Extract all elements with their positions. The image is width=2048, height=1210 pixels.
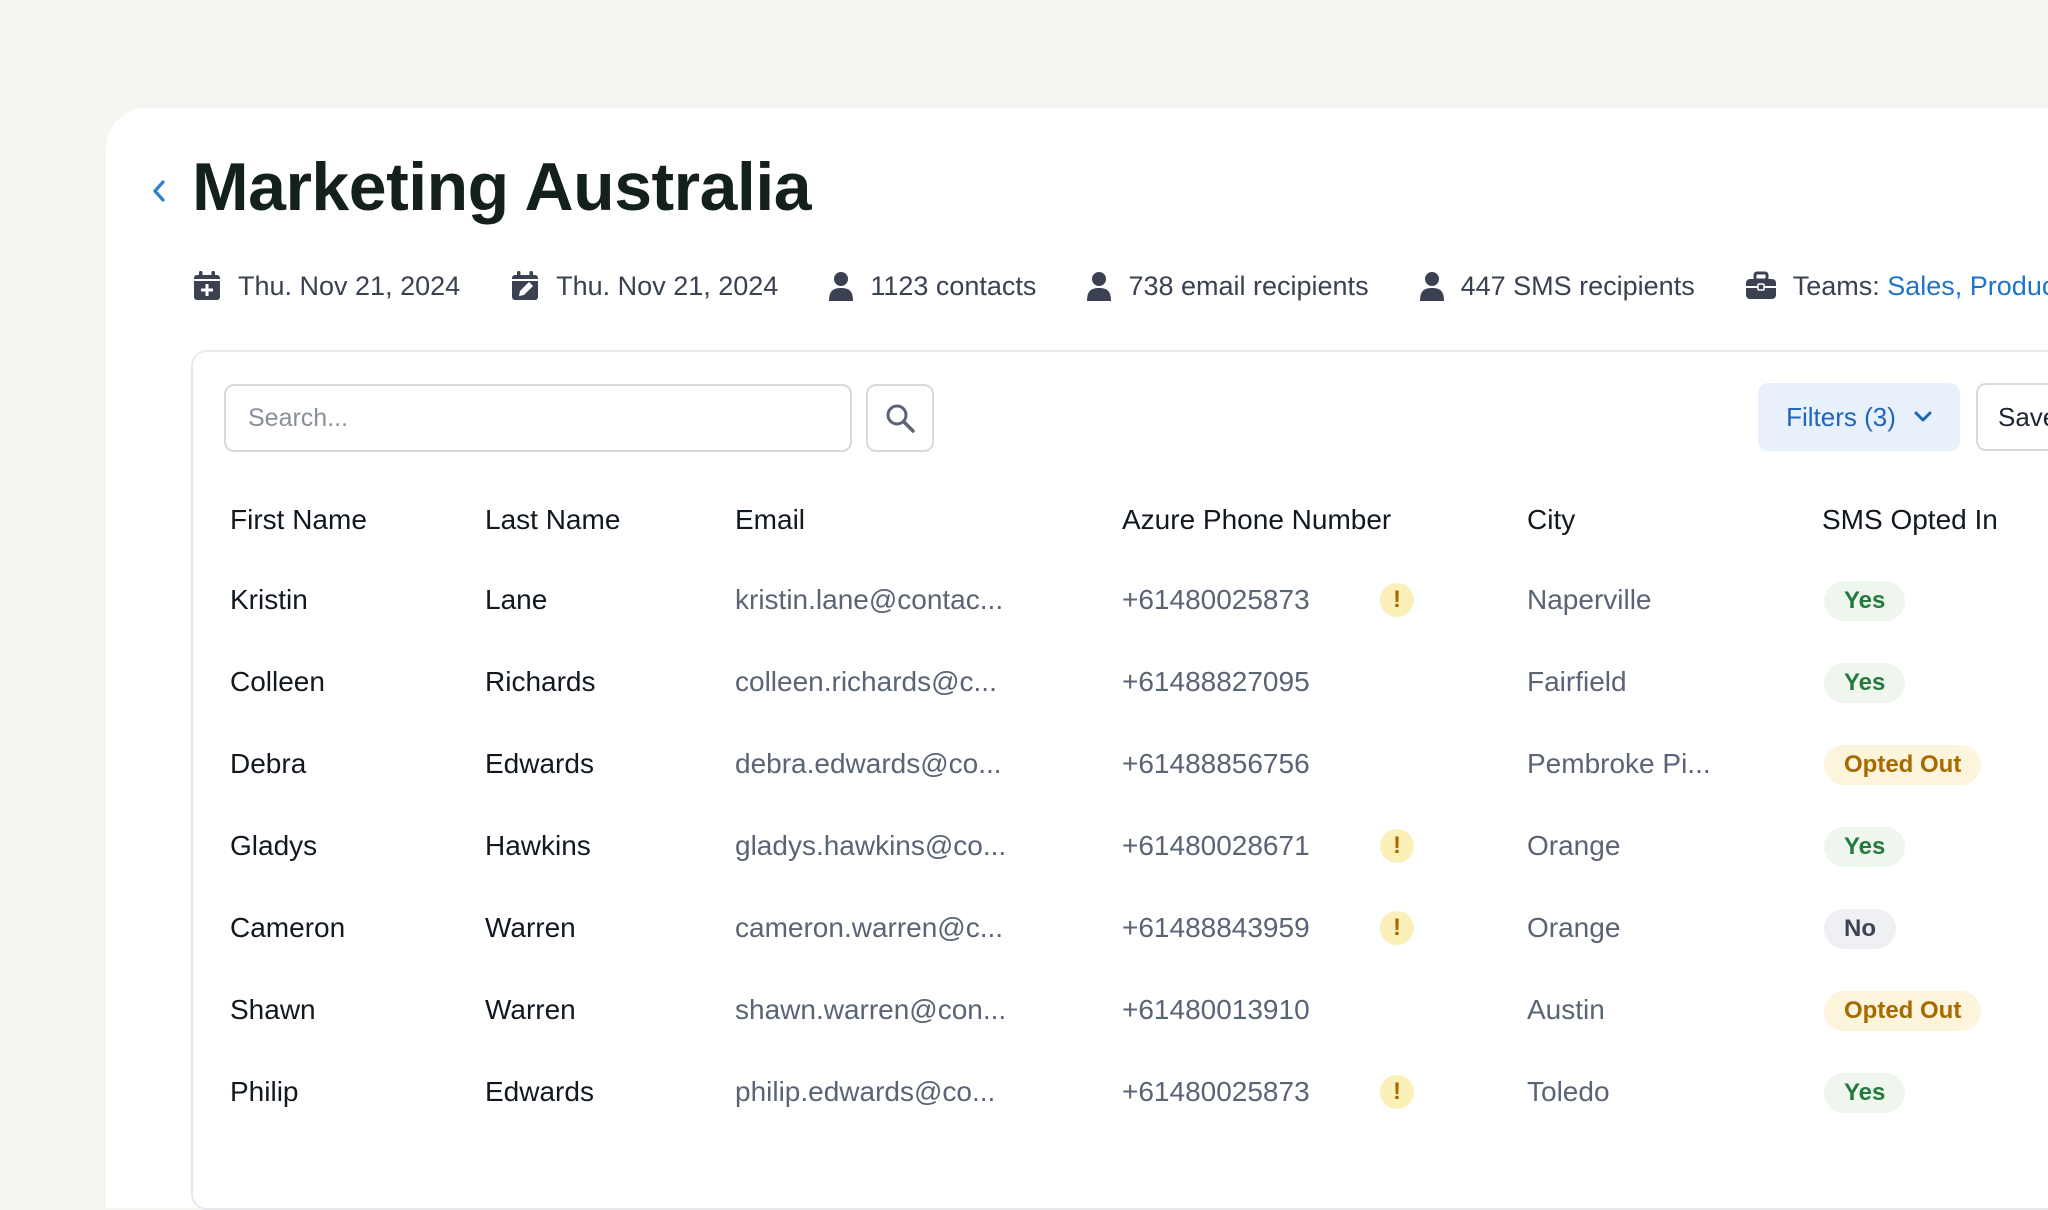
cell-last-name: Warren — [485, 994, 576, 1025]
sms-status-badge: No — [1824, 909, 1896, 949]
cell-phone: +61480028671 — [1122, 830, 1310, 861]
column-header-sms-opted-in[interactable]: SMS Opted In — [1822, 504, 1998, 536]
page-title: Marketing Australia — [192, 149, 812, 225]
cell-city: Naperville — [1527, 584, 1652, 615]
cell-email[interactable]: gladys.hawkins@co... — [735, 830, 1006, 862]
cell-first-name: Philip — [230, 1076, 299, 1107]
person-icon — [829, 272, 854, 301]
list-meta: Thu. Nov 21, 2024 Thu. Nov 21, 2024 1123… — [192, 266, 2048, 306]
search-icon — [886, 404, 915, 433]
cell-last-name: Edwards — [485, 748, 594, 779]
chevron-left-icon — [153, 180, 165, 202]
email-recipients-count: 738 email recipients — [1086, 271, 1369, 302]
cell-email[interactable]: philip.edwards@co... — [735, 1076, 995, 1108]
cell-city: Orange — [1527, 912, 1621, 943]
warning-icon[interactable]: ! — [1380, 829, 1414, 863]
cell-phone: +61488843959 — [1122, 912, 1310, 943]
cell-phone: +61480025873 — [1122, 584, 1310, 615]
cell-email[interactable]: kristin.lane@contac... — [735, 584, 1003, 616]
cell-first-name: Cameron — [230, 912, 346, 943]
sms-recipients-count: 447 SMS recipients — [1419, 271, 1695, 302]
column-header-phone[interactable]: Azure Phone Number — [1122, 504, 1391, 536]
cell-last-name: Lane — [485, 584, 548, 615]
cell-email[interactable]: cameron.warren@c... — [735, 912, 1003, 944]
person-icon — [1419, 272, 1444, 301]
search-input[interactable] — [224, 384, 852, 452]
cell-first-name: Colleen — [230, 666, 325, 697]
warning-icon[interactable]: ! — [1380, 911, 1414, 945]
cell-last-name: Edwards — [485, 1076, 594, 1107]
sms-status-badge: Opted Out — [1824, 991, 1982, 1031]
warning-icon[interactable]: ! — [1380, 1075, 1414, 1109]
teams: Teams: Sales, Product, + — [1745, 271, 2048, 302]
briefcase-icon — [1745, 271, 1776, 299]
column-header-email[interactable]: Email — [735, 504, 805, 536]
calendar-edit-icon — [512, 271, 539, 300]
contacts-card — [191, 350, 2048, 1210]
column-header-city[interactable]: City — [1527, 504, 1575, 536]
created-date: Thu. Nov 21, 2024 — [192, 270, 460, 302]
sms-status-badge: Opted Out — [1824, 745, 1982, 785]
cell-phone: +61488856756 — [1122, 748, 1310, 779]
modified-date: Thu. Nov 21, 2024 — [510, 270, 778, 302]
cell-email[interactable]: colleen.richards@c... — [735, 666, 997, 698]
search-button[interactable] — [866, 384, 934, 452]
sms-status-badge: Yes — [1824, 581, 1906, 621]
cell-first-name: Gladys — [230, 830, 318, 861]
cell-city: Orange — [1527, 830, 1621, 861]
calendar-plus-icon — [194, 271, 220, 300]
cell-phone: +61480013910 — [1122, 994, 1310, 1025]
cell-city: Pembroke Pi... — [1527, 748, 1711, 779]
cell-last-name: Hawkins — [485, 830, 591, 861]
sms-status-badge: Yes — [1824, 663, 1906, 703]
cell-first-name: Kristin — [230, 584, 308, 615]
cell-email[interactable]: debra.edwards@co... — [735, 748, 1002, 780]
cell-first-name: Debra — [230, 748, 307, 779]
teams-link[interactable]: Sales, Product, + — [1887, 271, 2048, 302]
save-button[interactable]: Save — [1976, 383, 2048, 451]
filters-button[interactable]: Filters (3) — [1758, 383, 1960, 451]
cell-phone: +61480025873 — [1122, 1076, 1310, 1107]
cell-last-name: Richards — [485, 666, 596, 697]
person-icon — [1087, 272, 1112, 301]
cell-last-name: Warren — [485, 912, 576, 943]
column-header-first-name[interactable]: First Name — [230, 504, 367, 536]
warning-icon[interactable]: ! — [1380, 583, 1414, 617]
sms-status-badge: Yes — [1824, 1073, 1906, 1113]
back-button[interactable] — [146, 174, 172, 208]
cell-email[interactable]: shawn.warren@con... — [735, 994, 1006, 1026]
sms-status-badge: Yes — [1824, 827, 1906, 867]
contacts-count: 1123 contacts — [828, 271, 1036, 302]
cell-city: Fairfield — [1527, 666, 1627, 697]
chevron-down-icon — [1914, 411, 1932, 422]
cell-first-name: Shawn — [230, 994, 316, 1025]
column-header-last-name[interactable]: Last Name — [485, 504, 620, 536]
cell-city: Toledo — [1527, 1076, 1610, 1107]
cell-city: Austin — [1527, 994, 1605, 1025]
cell-phone: +61488827095 — [1122, 666, 1310, 697]
